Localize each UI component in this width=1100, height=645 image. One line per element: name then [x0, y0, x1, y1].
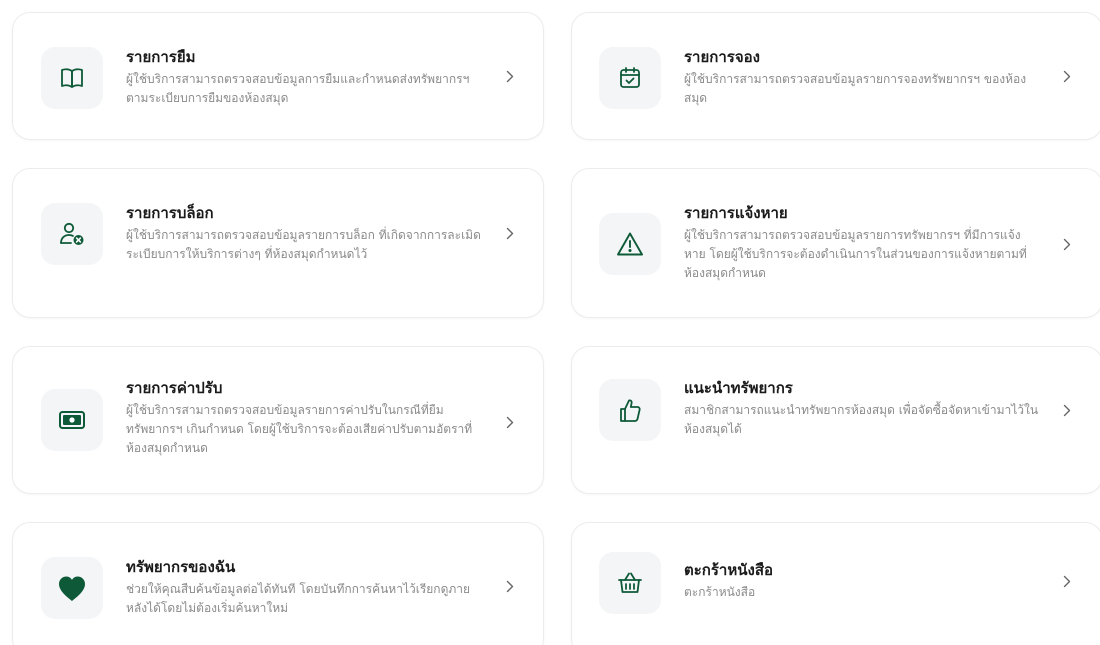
- heart-icon: [57, 575, 87, 602]
- card-description: ผู้ใช้บริการสามารถตรวจสอบข้อมูลรายการบล็…: [126, 228, 481, 261]
- card-reservation-list[interactable]: รายการจอง ผู้ใช้บริการสามารถตรวจสอบข้อมู…: [571, 12, 1100, 140]
- chevron-right-icon: [503, 579, 517, 593]
- card-title: แนะนำทรัพยากร: [684, 379, 793, 397]
- card-title: ตะกร้าหนังสือ: [684, 561, 773, 579]
- calendar-check-icon: [618, 66, 642, 90]
- basket-icon: [617, 571, 643, 595]
- card-title: ทรัพยากรของฉัน: [126, 558, 236, 576]
- card-description: ผู้ใช้บริการสามารถตรวจสอบข้อมูลรายการค่า…: [126, 403, 473, 455]
- icon-container: [599, 552, 661, 614]
- chevron-right-icon: [503, 69, 517, 83]
- card-description: สมาชิกสามารถแนะนำทรัพยากรห้องสมุด เพื่อจ…: [684, 403, 1039, 436]
- icon-container: [41, 389, 103, 451]
- card-description: ผู้ใช้บริการสามารถตรวจสอบข้อมูลรายการทรั…: [684, 228, 1027, 280]
- icon-container: [599, 213, 661, 275]
- card-borrow-list[interactable]: รายการยืม ผู้ใช้บริการสามารถตรวจสอบข้อมู…: [12, 12, 544, 140]
- card-title: รายการแจ้งหาย: [684, 204, 788, 222]
- card-fine-list[interactable]: รายการค่าปรับ ผู้ใช้บริการสามารถตรวจสอบข…: [12, 346, 544, 494]
- icon-container: [599, 379, 661, 441]
- user-blocked-icon: [59, 222, 85, 246]
- card-book-basket[interactable]: ตะกร้าหนังสือ ตะกร้าหนังสือ: [571, 522, 1100, 645]
- chevron-right-icon: [1060, 237, 1074, 251]
- chevron-right-icon: [1060, 574, 1074, 588]
- card-title: รายการบล็อก: [126, 204, 214, 222]
- icon-container: [41, 203, 103, 265]
- icon-container: [41, 47, 103, 109]
- icon-container: [599, 47, 661, 109]
- card-my-resources[interactable]: ทรัพยากรของฉัน ช่วยให้คุณสืบค้นข้อมูลต่อ…: [12, 522, 544, 645]
- chevron-right-icon: [503, 226, 517, 240]
- icon-container: [41, 557, 103, 619]
- card-recommend-resource[interactable]: แนะนำทรัพยากร สมาชิกสามารถแนะนำทรัพยากรห…: [571, 346, 1100, 494]
- card-description: ผู้ใช้บริการสามารถตรวจสอบข้อมูลรายการจอง…: [684, 72, 1027, 105]
- warning-triangle-icon: [616, 231, 644, 257]
- chevron-right-icon: [503, 415, 517, 429]
- card-title: รายการจอง: [684, 48, 760, 66]
- card-lost-report-list[interactable]: รายการแจ้งหาย ผู้ใช้บริการสามารถตรวจสอบข…: [571, 168, 1100, 318]
- open-book-icon: [60, 67, 84, 89]
- card-description: ช่วยให้คุณสืบค้นข้อมูลต่อได้ทันที โดยบัน…: [126, 582, 471, 615]
- chevron-right-icon: [1060, 403, 1074, 417]
- card-description: ตะกร้าหนังสือ: [684, 585, 756, 599]
- thumbs-up-icon: [618, 397, 642, 423]
- money-bill-icon: [59, 410, 85, 430]
- card-description: ผู้ใช้บริการสามารถตรวจสอบข้อมูลการยืมและ…: [126, 72, 470, 105]
- card-title: รายการยืม: [126, 48, 196, 66]
- chevron-right-icon: [1060, 69, 1074, 83]
- card-block-list[interactable]: รายการบล็อก ผู้ใช้บริการสามารถตรวจสอบข้อ…: [12, 168, 544, 318]
- card-title: รายการค่าปรับ: [126, 379, 223, 397]
